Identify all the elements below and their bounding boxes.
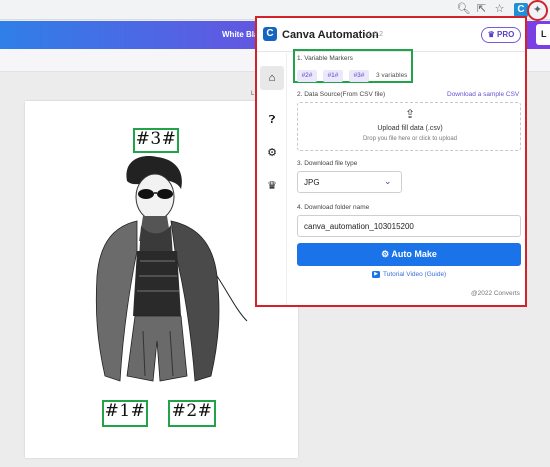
app-version: v1.0.2 <box>364 31 384 38</box>
upload-title: Upload fill data (.csv) <box>377 125 443 132</box>
variable-marker-3[interactable]: #3# <box>133 128 179 153</box>
video-icon: ▶ <box>372 271 380 278</box>
upload-subtext: Drop you file here or click to upload <box>362 136 458 142</box>
file-type-select[interactable]: JPG ⌄ <box>297 171 402 193</box>
download-sample-link[interactable]: Download a sample CSV <box>447 91 519 98</box>
puzzle-icon[interactable]: ✦ <box>527 0 548 21</box>
variable-marker-2[interactable]: #2# <box>168 400 216 427</box>
csv-upload-dropzone[interactable]: ⇪ Upload fill data (.csv) Drop you file … <box>297 102 521 151</box>
home-icon[interactable]: ⌂ <box>260 66 284 90</box>
page-corner-label: L <box>251 91 255 97</box>
folder-name-label: 4. Download folder name <box>297 204 370 211</box>
file-type-label: 3. Download file type <box>297 160 358 167</box>
pro-button[interactable]: ♛ PRO <box>481 27 521 43</box>
extension-popup: C Canva Automation v1.0.2 ♛ PRO ⌂ ❓︎ ⚙ ♛… <box>255 16 527 307</box>
file-type-value: JPG <box>304 178 320 187</box>
side-nav: ⌂ ❓︎ ⚙ ♛ <box>257 53 287 305</box>
popup-header: C Canva Automation v1.0.2 ♛ PRO <box>257 18 525 52</box>
star-icon[interactable]: ☆ <box>492 2 507 17</box>
help-icon[interactable]: ❓︎ <box>265 113 279 127</box>
copyright: @2022 Converts <box>471 290 520 297</box>
auto-make-button[interactable]: ⚙ Auto Make <box>297 243 521 266</box>
variable-markers-label: 1. Variable Markers <box>297 55 353 62</box>
crown-icon[interactable]: ♛ <box>265 179 279 193</box>
magic-icon: ⚙ <box>381 249 390 259</box>
share-icon[interactable]: ⇱ <box>474 2 489 17</box>
variable-marker-1[interactable]: #1# <box>102 400 148 427</box>
data-source-label: 2. Data Source(From CSV file) <box>297 91 386 98</box>
marker-chip[interactable]: #2# <box>297 70 317 82</box>
variable-count: 3 variables <box>376 72 408 79</box>
marker-chip[interactable]: #3# <box>349 70 369 82</box>
pro-label: PRO <box>497 30 515 39</box>
settings-icon[interactable]: ⚙ <box>265 146 279 160</box>
upload-icon: ⇪ <box>404 107 416 121</box>
marker-chip[interactable]: #1# <box>323 70 343 82</box>
tutorial-video-link[interactable]: Tutorial Video (Guide) <box>383 271 446 278</box>
folder-name-input[interactable] <box>297 215 521 237</box>
topbar-button[interactable]: L <box>536 24 550 45</box>
chevron-down-icon: ⌄ <box>384 176 392 186</box>
extension-icon[interactable]: C <box>514 3 528 17</box>
topbar-title[interactable]: White Bla <box>222 30 258 39</box>
auto-make-label: Auto Make <box>391 249 437 259</box>
canva-automation-logo: C <box>263 27 277 41</box>
crown-icon: ♛ <box>487 30 495 39</box>
search-icon[interactable]: 🔍︎ <box>456 2 471 17</box>
